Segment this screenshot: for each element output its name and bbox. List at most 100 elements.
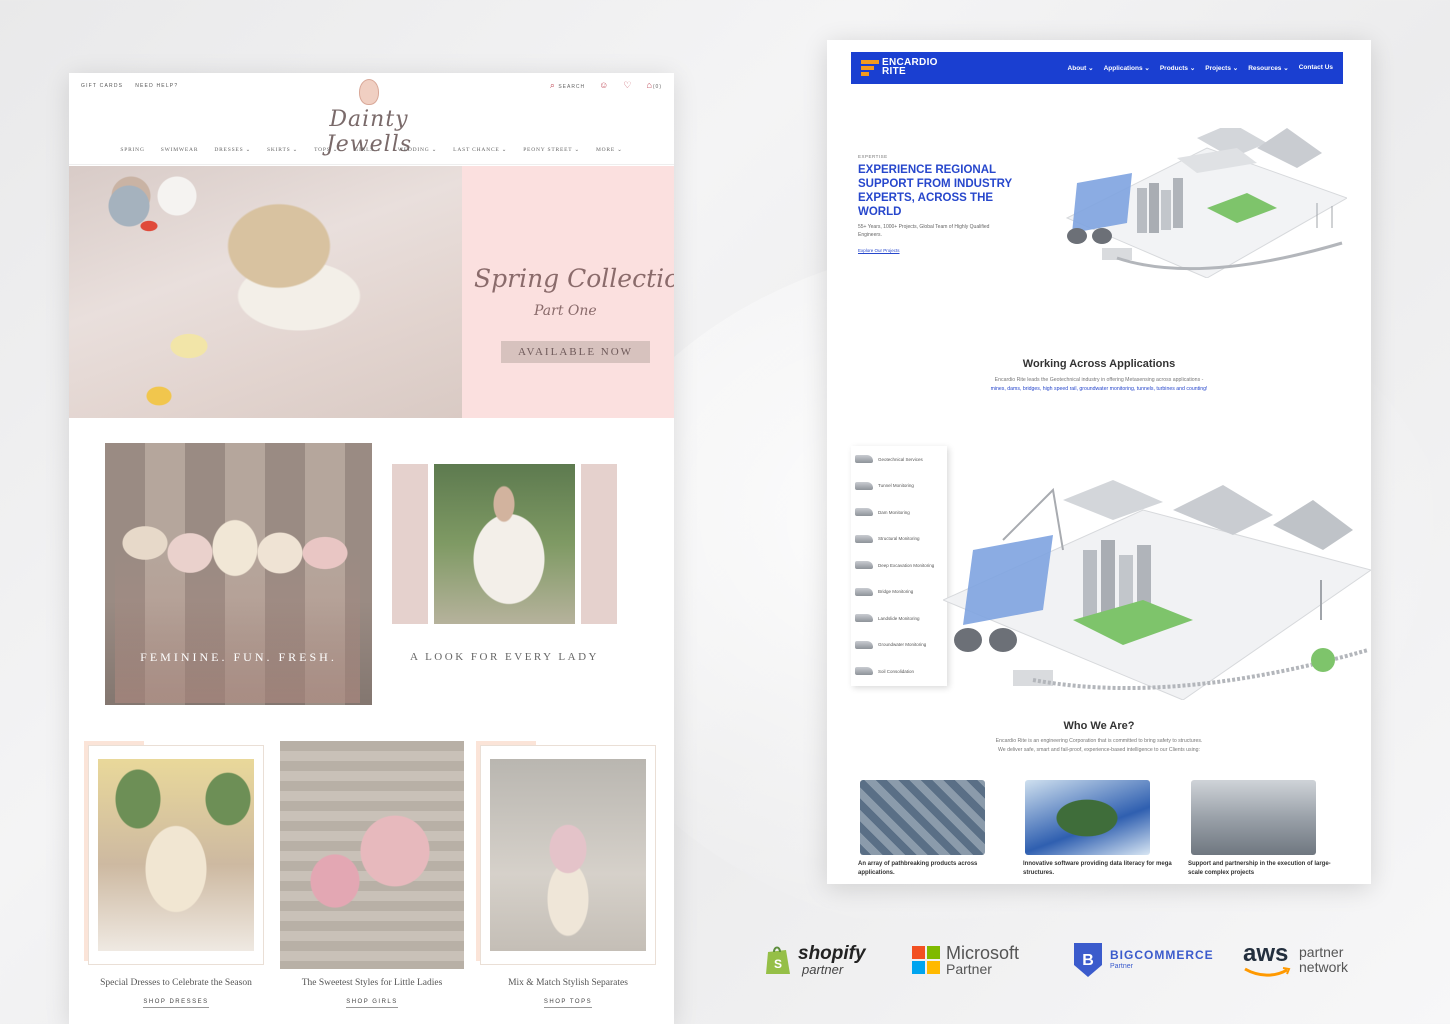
encardio-logo[interactable]: ENCARDIO RITE	[861, 58, 938, 77]
menu-applications[interactable]: Applications ⌄	[1104, 64, 1150, 72]
nav-divider	[69, 164, 674, 165]
card-caption: Support and partnership in the execution…	[1188, 861, 1331, 876]
hero-headline: EXPERIENCE REGIONAL SUPPORT FROM INDUSTR…	[858, 164, 1012, 218]
application-thumbnail-icon	[855, 587, 873, 596]
nav-item-wedding[interactable]: WEDDING ⌄	[398, 147, 437, 153]
menu-about[interactable]: About ⌄	[1068, 64, 1094, 72]
nav-item-tops[interactable]: TOPS ⌄	[314, 147, 338, 153]
dainty-logo[interactable]: Dainty Jewells	[289, 79, 449, 157]
cart-button[interactable]: ⌂(0)	[646, 81, 662, 91]
sidebar-item[interactable]: Landslide Monitoring	[851, 605, 947, 632]
who-we-are-title: Who We Are?	[1063, 720, 1135, 732]
nav-item-last-chance[interactable]: LAST CHANCE ⌄	[453, 147, 507, 153]
card-photo	[490, 759, 646, 951]
microsoft-partner-logo: Microsoft Partner	[912, 938, 1019, 982]
available-now-button[interactable]: AVAILABLE NOW	[501, 341, 650, 363]
category-card-dresses[interactable]	[84, 741, 268, 969]
menu-resources[interactable]: Resources ⌄	[1248, 64, 1289, 72]
menu-products[interactable]: Products ⌄	[1160, 64, 1195, 72]
nav-item-peony-street[interactable]: PEONY STREET ⌄	[523, 147, 580, 153]
who-we-are-text: Encardio Rite is an engineering Corporat…	[995, 738, 1203, 753]
shop-girls-link[interactable]: SHOP GIRLS	[280, 999, 464, 1008]
group-photo-tile[interactable]: FEMININE. FUN. FRESH.	[105, 443, 372, 705]
bigcommerce-wordmark: BIGCOMMERCE	[1110, 948, 1214, 962]
tile-caption: FEMININE. FUN. FRESH.	[140, 650, 337, 664]
software-card-image[interactable]	[1025, 780, 1150, 855]
tile-caption: A LOOK FOR EVERY LADY	[410, 651, 599, 663]
sidebar-item[interactable]: Dam Monitoring	[851, 499, 947, 526]
category-card-girls[interactable]	[280, 741, 464, 969]
encardio-mark-icon	[861, 58, 879, 76]
gift-cards-link[interactable]: GIFT CARDS	[81, 83, 123, 89]
hero-text-panel: Spring Collection Part One AVAILABLE NOW	[462, 166, 674, 418]
main-menu: About ⌄ Applications ⌄ Products ⌄ Projec…	[1068, 64, 1333, 72]
aws-sub-line-1: partner	[1299, 944, 1344, 960]
need-help-link[interactable]: NEED HELP?	[135, 83, 178, 89]
nav-item-girls[interactable]: GIRLS ⌄	[354, 147, 381, 153]
look-tile[interactable]	[392, 464, 617, 624]
look-photo	[434, 464, 575, 624]
sidebar-item[interactable]: Deep Excavation Monitoring	[851, 552, 947, 579]
application-thumbnail-icon	[855, 455, 873, 464]
encardio-rite-page: ENCARDIO RITE About ⌄ Applications ⌄ Pro…	[827, 40, 1371, 884]
aws-wordmark: aws	[1243, 940, 1289, 967]
shopify-bag-icon: S	[766, 946, 790, 974]
hero-photo	[69, 166, 464, 418]
aws-partner-logo: aws partner network	[1243, 938, 1348, 982]
microsoft-sub: Partner	[946, 960, 992, 977]
products-card-image[interactable]	[860, 780, 985, 855]
sidebar-item[interactable]: Bridge Monitoring	[851, 579, 947, 606]
nav-item-skirts[interactable]: SKIRTS ⌄	[267, 147, 298, 153]
top-navbar: ENCARDIO RITE About ⌄ Applications ⌄ Pro…	[851, 52, 1343, 84]
sidebar-item[interactable]: Groundwater Monitoring	[851, 632, 947, 659]
applications-sidebar: Geotechnical Services Tunnel Monitoring …	[851, 446, 947, 686]
shop-dresses-link[interactable]: SHOP DRESSES	[84, 999, 268, 1008]
projects-card-image[interactable]	[1191, 780, 1316, 855]
explore-projects-link[interactable]: Explore Our Projects	[858, 248, 900, 253]
sidebar-item[interactable]: Tunnel Monitoring	[851, 473, 947, 500]
dainty-jewells-page: GIFT CARDS NEED HELP? ⌕ SEARCH ☺ ♡ ⌂(0) …	[69, 73, 674, 1024]
nav-item-spring[interactable]: SPRING	[120, 147, 144, 153]
nav-item-swimwear[interactable]: SWIMWEAR	[161, 147, 199, 153]
category-card-tops[interactable]	[476, 741, 660, 969]
card-title: Mix & Match Stylish Separates	[508, 978, 628, 988]
shopify-wordmark: shopify	[798, 942, 866, 964]
card-photo	[280, 741, 464, 969]
shopify-partner-logo: S shopify partner	[764, 938, 866, 982]
logo-line-2: RITE	[882, 66, 906, 77]
eyebrow-label: EXPERTISE	[858, 154, 888, 159]
hero-banner[interactable]: Spring Collection Part One AVAILABLE NOW	[69, 166, 674, 418]
microsoft-wordmark: Microsoft	[946, 942, 1020, 963]
hero-script-subtitle: Part One	[534, 303, 597, 319]
sidebar-item[interactable]: Geotechnical Services	[851, 446, 947, 473]
nav-item-dresses[interactable]: DRESSES ⌄	[214, 147, 251, 153]
microsoft-windows-icon	[912, 946, 940, 974]
card-caption: Innovative software providing data liter…	[1023, 861, 1172, 876]
heart-icon[interactable]: ♡	[623, 81, 632, 90]
menu-projects[interactable]: Projects ⌄	[1205, 64, 1238, 72]
application-thumbnail-icon	[855, 481, 873, 490]
account-icon[interactable]: ☺	[599, 81, 609, 90]
card-photo	[98, 759, 254, 951]
nav-item-more[interactable]: MORE ⌄	[596, 147, 623, 153]
search-button[interactable]: ⌕ SEARCH	[549, 80, 585, 91]
card-title: Special Dresses to Celebrate the Season	[100, 978, 252, 988]
sidebar-item[interactable]: Structural Monitoring	[851, 526, 947, 553]
aws-smile-icon	[1244, 967, 1291, 977]
tile-side-panel	[392, 464, 428, 624]
card-caption: An array of pathbreaking products across…	[858, 861, 978, 876]
application-thumbnail-icon	[855, 534, 873, 543]
sidebar-item[interactable]: Soil Consolidation	[851, 658, 947, 685]
svg-text:S: S	[774, 957, 782, 971]
hero-script-title: Spring Collection	[474, 264, 674, 293]
bigcommerce-shield-icon: B	[1074, 943, 1102, 977]
group-photo	[115, 483, 360, 703]
shop-tops-link[interactable]: SHOP TOPS	[476, 999, 660, 1008]
search-icon: ⌕	[549, 80, 556, 90]
applications-illustration	[943, 480, 1371, 700]
card-title: The Sweetest Styles for Little Ladies	[301, 978, 443, 988]
menu-contact-us[interactable]: Contact Us	[1299, 64, 1333, 72]
application-thumbnail-icon	[855, 640, 873, 649]
shopify-sub: partner	[802, 961, 844, 977]
cameo-logo-icon	[359, 79, 379, 105]
